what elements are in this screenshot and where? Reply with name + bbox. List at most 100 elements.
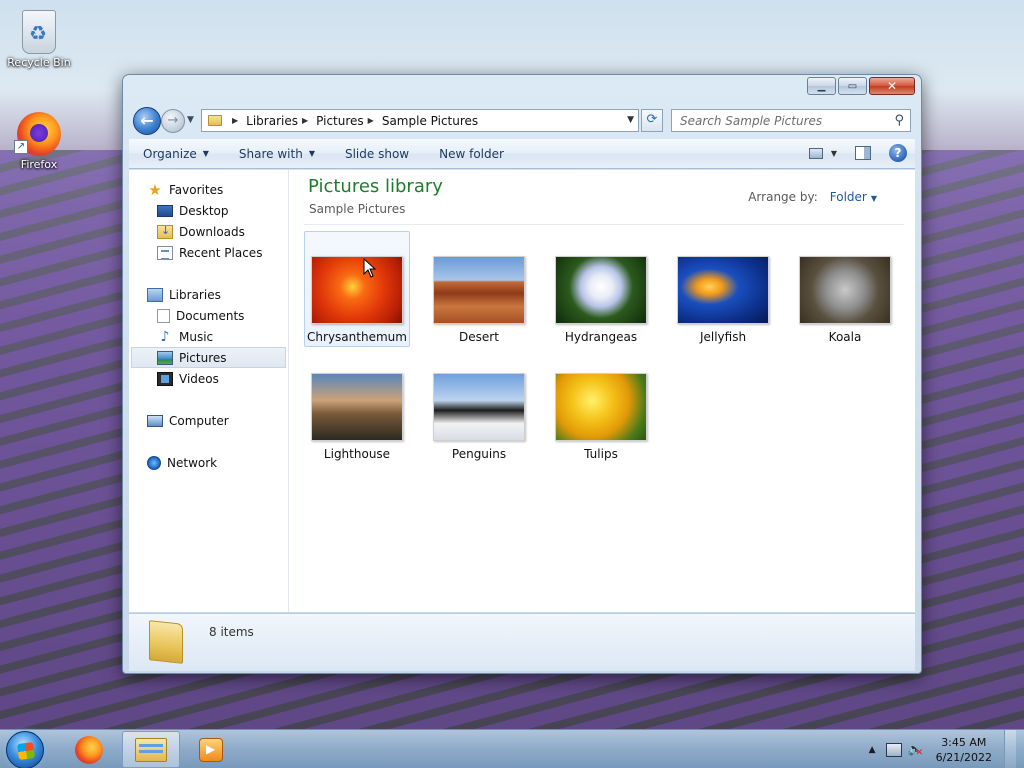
desktop-icon-label: Firefox — [20, 158, 58, 171]
recent-places-icon — [157, 245, 173, 260]
maximize-button[interactable]: ▭ — [838, 77, 867, 95]
nav-label: Libraries — [169, 287, 221, 302]
show-hidden-icons-icon[interactable]: ▲ — [869, 745, 876, 755]
help-icon[interactable]: ? — [889, 144, 907, 162]
taskbar-windows-explorer[interactable] — [122, 731, 180, 768]
command-bar: Organize ▼ Share with ▼ Slide show New fol… — [129, 139, 915, 169]
taskbar-firefox[interactable] — [60, 731, 118, 768]
search-input[interactable]: Search Sample Pictures ⚲ — [671, 109, 911, 132]
library-title: Pictures library — [308, 176, 443, 197]
tile-label: Penguins — [451, 447, 507, 461]
back-button[interactable]: ← — [133, 107, 161, 135]
nav-videos[interactable]: Videos — [157, 368, 287, 389]
file-list: Pictures library Sample Pictures Arrange… — [290, 170, 915, 612]
address-bar[interactable]: ▶ Libraries ▶ Pictures ▶ Sample Pictures ▼ — [201, 109, 639, 132]
recent-pages-dropdown[interactable]: ▼ — [187, 115, 194, 125]
tile-label: Hydrangeas — [564, 330, 638, 344]
close-button[interactable]: ✕ — [869, 77, 915, 95]
nav-pictures[interactable]: Pictures — [131, 347, 286, 368]
nav-computer[interactable]: Computer — [147, 410, 287, 431]
documents-icon — [157, 308, 170, 323]
nav-label: Desktop — [179, 203, 229, 218]
arrange-value: Folder — [829, 190, 867, 204]
arrange-by: Arrange by: Folder ▼ — [748, 190, 877, 204]
divider — [304, 224, 904, 225]
slide-show-label: Slide show — [344, 146, 410, 161]
network-icon — [147, 455, 161, 470]
clock[interactable]: 3:45 AM 6/21/2022 — [936, 735, 992, 765]
share-with-button[interactable]: Share with ▼ — [239, 147, 315, 161]
explorer-window: ▁ ▭ ✕ ← → ▼ ▶ Libraries ▶ Pictures ▶ Sampl… — [122, 74, 922, 674]
breadcrumb-sample-pictures[interactable]: Sample Pictures — [382, 114, 478, 128]
picture-tile-hydrangeas[interactable]: Hydrangeas — [548, 231, 654, 347]
change-view-icon[interactable] — [808, 147, 823, 159]
nav-downloads[interactable]: Downloads — [157, 221, 287, 242]
search-icon[interactable]: ⚲ — [894, 113, 904, 128]
tile-label: Chrysanthemum — [307, 330, 407, 344]
preview-pane-icon[interactable] — [855, 146, 871, 160]
desktop-icon-label: Recycle Bin — [7, 56, 71, 69]
tile-label: Lighthouse — [323, 447, 391, 461]
network-status-icon[interactable] — [885, 742, 902, 757]
nav-label: Downloads — [179, 224, 245, 239]
tile-label: Koala — [828, 330, 862, 344]
view-options-dropdown[interactable]: ▼ — [831, 149, 837, 158]
nav-desktop[interactable]: Desktop — [157, 200, 287, 221]
slide-show-button[interactable]: Slide show — [345, 147, 409, 161]
tulips-thumbnail — [555, 373, 647, 441]
search-placeholder: Search Sample Pictures — [680, 114, 823, 128]
picture-tile-desert[interactable]: Desert — [426, 231, 532, 347]
chevron-down-icon: ▼ — [308, 149, 315, 158]
item-count: 8 items — [209, 625, 254, 639]
folder-icon — [149, 620, 183, 664]
breadcrumb-label: Libraries — [246, 113, 298, 128]
computer-icon — [147, 414, 163, 427]
pictures-icon — [157, 350, 173, 365]
volume-muted-icon[interactable] — [908, 742, 924, 758]
picture-tile-lighthouse[interactable]: Lighthouse — [304, 348, 410, 464]
breadcrumb-chevron-icon[interactable]: ▶ — [302, 116, 308, 125]
nav-label: Music — [179, 329, 214, 344]
new-folder-button[interactable]: New folder — [439, 147, 504, 161]
picture-tile-koala[interactable]: Koala — [792, 231, 898, 347]
breadcrumb-pictures[interactable]: Pictures ▶ — [316, 114, 382, 128]
library-subtitle: Sample Pictures — [309, 202, 406, 216]
organize-button[interactable]: Organize ▼ — [143, 147, 209, 161]
windows-explorer-icon — [135, 737, 167, 762]
recycle-bin-icon — [22, 10, 56, 54]
folder-icon — [208, 115, 222, 126]
breadcrumb-chevron-icon[interactable]: ▶ — [368, 116, 374, 125]
firefox-icon — [75, 735, 103, 764]
nav-label: Videos — [179, 371, 219, 386]
breadcrumb-libraries[interactable]: Libraries ▶ — [246, 114, 316, 128]
refresh-button[interactable]: ⟳ — [641, 109, 663, 132]
videos-icon — [157, 371, 173, 386]
taskbar-media-player[interactable] — [182, 731, 240, 768]
picture-tile-jellyfish[interactable]: Jellyfish — [670, 231, 776, 347]
share-with-label: Share with — [238, 146, 303, 161]
tile-label: Desert — [459, 330, 499, 344]
address-dropdown-icon[interactable]: ▼ — [627, 115, 634, 125]
shortcut-arrow-icon: ↗ — [14, 140, 28, 154]
nav-network[interactable]: Network — [147, 452, 287, 473]
nav-label: Recent Places — [179, 245, 263, 260]
picture-tile-penguins[interactable]: Penguins — [426, 348, 532, 464]
minimize-button[interactable]: ▁ — [807, 77, 836, 95]
start-button[interactable] — [6, 731, 44, 768]
nav-recent-places[interactable]: Recent Places — [157, 242, 287, 263]
picture-tile-tulips[interactable]: Tulips — [548, 348, 654, 464]
forward-button[interactable]: → — [161, 109, 185, 133]
breadcrumb-label: Pictures — [316, 113, 364, 128]
show-desktop-button[interactable] — [1004, 730, 1016, 768]
desktop-icon-recycle-bin[interactable]: Recycle Bin — [4, 8, 74, 69]
caption-buttons: ▁ ▭ ✕ — [807, 77, 915, 95]
nav-libraries[interactable]: Libraries — [147, 284, 287, 305]
nav-label: Computer — [169, 413, 229, 428]
arrange-by-dropdown[interactable]: Folder ▼ — [830, 190, 877, 204]
nav-music[interactable]: ♪ Music — [157, 326, 287, 347]
taskbar: ▲ 3:45 AM 6/21/2022 — [0, 729, 1024, 768]
nav-documents[interactable]: Documents — [157, 305, 287, 326]
breadcrumb-chevron-icon[interactable]: ▶ — [232, 116, 238, 125]
picture-tile-chrysanthemum[interactable]: Chrysanthemum — [304, 231, 410, 347]
nav-favorites[interactable]: ★ Favorites — [147, 179, 287, 200]
